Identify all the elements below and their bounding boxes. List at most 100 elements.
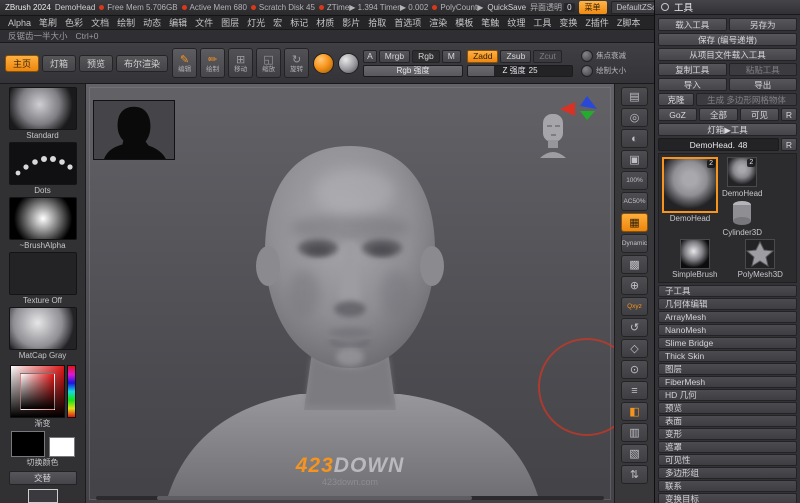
move-mode-button[interactable]: ⊞ 移动 — [228, 48, 254, 78]
tool-section-header[interactable]: 子工具 — [658, 285, 797, 297]
tool-section-header[interactable]: Slime Bridge — [658, 337, 797, 349]
menu-item[interactable]: 绘制 — [113, 16, 139, 29]
tool-section-header[interactable]: FiberMesh — [658, 376, 797, 388]
menu-item[interactable]: Z脚本 — [613, 16, 645, 29]
goz-visible-button[interactable]: 可见 — [740, 108, 779, 121]
xpose-button[interactable]: ▥ — [621, 423, 648, 442]
tool-section-header[interactable]: 变换目标 — [658, 493, 797, 503]
tool-section-header[interactable]: 遮罩 — [658, 441, 797, 453]
z-intensity-slider[interactable]: Z 强度 25 — [467, 64, 574, 77]
menu-item[interactable]: 工具 — [529, 16, 555, 29]
active-tool-slider[interactable]: DemoHead. 48 — [658, 138, 779, 151]
zadd-button[interactable]: Zadd — [467, 49, 499, 63]
sub-palette-icon[interactable]: ▤ — [621, 87, 648, 106]
tool-section-header[interactable]: 图层 — [658, 363, 797, 375]
tool-section-header[interactable]: ArrayMesh — [658, 311, 797, 323]
ghost-button[interactable]: ≡ — [621, 381, 648, 400]
tool-palette-header[interactable]: 工具 — [655, 0, 800, 15]
menu-item[interactable]: Z插件 — [581, 16, 613, 29]
zoom-100-button[interactable]: 100% — [621, 171, 648, 190]
simplebrush-thumbnail[interactable] — [679, 239, 710, 269]
tab-boolean-render[interactable]: 布尔渲染 — [116, 54, 169, 72]
actual-size-button[interactable]: ▣ — [621, 150, 648, 169]
tool-section-header[interactable]: 表面 — [658, 415, 797, 427]
mrgb-button[interactable]: Mrgb — [378, 49, 411, 63]
menu-item[interactable]: 文件 — [191, 16, 217, 29]
import-button[interactable]: 导入 — [658, 78, 727, 91]
load-from-project-button[interactable]: 从项目文件载入工具 — [658, 48, 797, 61]
zoom-icon[interactable]: ◐ — [621, 129, 648, 148]
tool-section-header[interactable]: 几何体编辑 — [658, 298, 797, 310]
alternate-button[interactable]: 交替 — [8, 471, 77, 486]
menu-item[interactable]: 变换 — [555, 16, 581, 29]
goz-all-button[interactable]: 全部 — [699, 108, 738, 121]
material-sphere-button[interactable] — [338, 52, 360, 74]
horizontal-scrollbar[interactable] — [96, 496, 604, 500]
floor-grid-button[interactable]: ▩ — [621, 255, 648, 274]
doc-scroll-button[interactable]: ⇅ — [621, 465, 648, 484]
menu-item[interactable]: 首选项 — [390, 16, 425, 29]
menu-item[interactable]: 色彩 — [61, 16, 87, 29]
secondary-color-swatch[interactable] — [48, 437, 75, 458]
load-tool-button[interactable]: 载入工具 — [658, 18, 727, 31]
camera-head-preview[interactable] — [536, 112, 570, 161]
aa-half-button[interactable]: AC50% — [621, 192, 648, 211]
transparency-button[interactable]: ⊙ — [621, 360, 648, 379]
draw-mode-button[interactable]: ✏ 绘制 — [200, 48, 226, 78]
menu-button[interactable]: 菜单 — [578, 1, 607, 14]
stroke-color-circle-button[interactable] — [313, 52, 335, 74]
tool-section-header[interactable]: 变形 — [658, 428, 797, 440]
quicksave-button[interactable]: QuickSave — [487, 3, 526, 12]
frame-button[interactable]: ↺ — [621, 318, 648, 337]
menu-item[interactable]: 宏 — [269, 16, 286, 29]
menu-item[interactable]: 模板 — [451, 16, 477, 29]
swap-color-label[interactable]: 切换颜色 — [27, 458, 59, 468]
save-as-button[interactable]: 另存为 — [728, 18, 797, 31]
local-symmetry-button[interactable]: ⊕ — [621, 276, 648, 295]
menu-item[interactable]: Alpha — [4, 18, 35, 28]
solo-button[interactable]: ◧ — [621, 402, 648, 421]
tool-section-header[interactable]: HD 几何 — [658, 389, 797, 401]
tool-section-header[interactable]: 可见性 — [658, 454, 797, 466]
qxyz-button[interactable]: Qxyz — [621, 297, 648, 316]
brush-thumbnail[interactable] — [8, 87, 77, 131]
tab-preview[interactable]: 预览 — [79, 54, 114, 72]
clip-mask-button[interactable]: ▧ — [621, 444, 648, 463]
tab-home[interactable]: 主页 — [5, 54, 40, 72]
tool-section-header[interactable]: 联系 — [658, 480, 797, 492]
tab-lightbox[interactable]: 灯箱 — [42, 54, 77, 72]
tool-section-header[interactable]: 多边形组 — [658, 467, 797, 479]
tool-section-header[interactable]: NanoMesh — [658, 324, 797, 336]
zcut-button[interactable]: Zcut — [533, 49, 562, 63]
goz-r-button[interactable]: R — [781, 108, 797, 121]
paste-tool-button[interactable]: 粘贴工具 — [728, 63, 797, 76]
clone-button[interactable]: 克隆 — [658, 93, 694, 106]
sculpted-head-model[interactable] — [150, 116, 550, 496]
edit-mode-button[interactable]: ✎ 编辑 — [172, 48, 198, 78]
pan-icon[interactable]: ◎ — [621, 108, 648, 127]
alpha-thumbnail[interactable] — [8, 197, 77, 241]
empty-texture-slot[interactable] — [27, 489, 58, 503]
menu-item[interactable]: 灯光 — [243, 16, 269, 29]
tool-section-header[interactable]: Thick Skin — [658, 350, 797, 362]
make-polymesh3d-button[interactable]: 生成 多边形网格物体 — [696, 93, 797, 106]
menu-item[interactable]: 标记 — [286, 16, 312, 29]
rgb-intensity-slider[interactable]: Rgb 强度 — [363, 64, 464, 77]
color-picker[interactable] — [9, 365, 76, 419]
menu-item[interactable]: 文档 — [87, 16, 113, 29]
lightbox-tool-button[interactable]: 灯箱▶工具 — [658, 123, 797, 136]
menu-item[interactable]: 图层 — [217, 16, 243, 29]
backface-transparency[interactable]: 异面透明 0 — [530, 2, 575, 13]
scrollbar-thumb[interactable] — [156, 496, 472, 500]
document-canvas[interactable]: 423DOWN 423down.com — [86, 84, 614, 503]
stroke-thumbnail[interactable] — [8, 142, 77, 186]
export-button[interactable]: 导出 — [728, 78, 797, 91]
m-button[interactable]: M — [441, 49, 461, 63]
draw-size-control[interactable]: 绘制大小 — [581, 64, 626, 77]
gradient-label[interactable]: 渐变 — [35, 419, 51, 429]
hue-strip[interactable] — [66, 365, 76, 419]
active-tool-thumbnail[interactable]: 2 — [662, 157, 718, 213]
main-color-swatch[interactable] — [10, 431, 45, 458]
focal-shift-control[interactable]: 焦点衰减 — [581, 49, 626, 62]
demohead-thumbnail[interactable]: 2 — [727, 157, 758, 187]
